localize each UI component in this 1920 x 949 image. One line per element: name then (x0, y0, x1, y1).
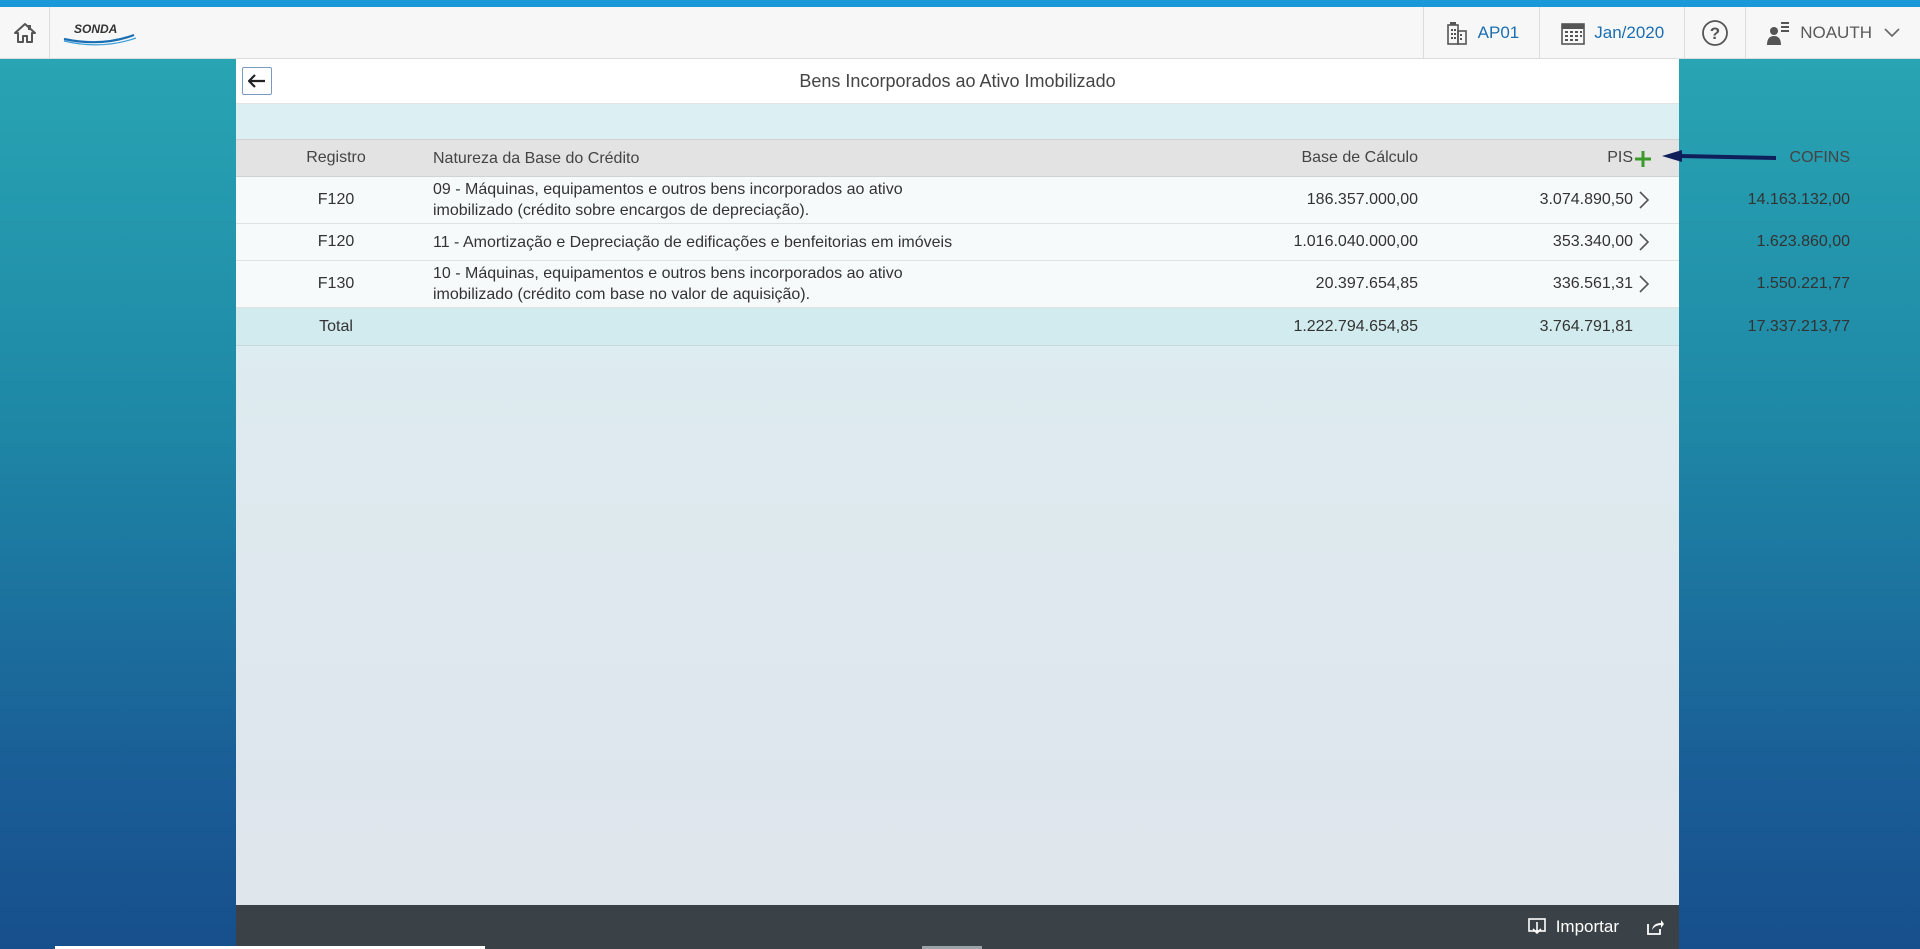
company-label: AP01 (1477, 22, 1520, 42)
sonda-logo: SONDA (62, 13, 152, 53)
cell-natureza: 10 - Máquinas, equipamentos e outros ben… (433, 263, 993, 305)
cell-cofins: 1.550.221,77 (1756, 275, 1850, 292)
total-cofins: 17.337.213,77 (1747, 317, 1850, 335)
cell-natureza: 09 - Máquinas, equipamentos e outros ben… (433, 179, 993, 221)
cell-natureza-line1: 10 - Máquinas, equipamentos e outros ben… (433, 265, 903, 282)
cell-registro: F130 (317, 275, 355, 292)
page-title: Bens Incorporados ao Ativo Imobilizado (799, 71, 1116, 91)
period-selector[interactable]: Jan/2020 (1539, 6, 1684, 59)
table-header-row: Registro Natureza da Base do Crédito Bas… (236, 139, 1850, 177)
chevron-down-icon (1884, 27, 1900, 37)
add-button[interactable] (1630, 146, 1656, 172)
table-row[interactable]: F120 11 - Amortização e Depreciação de e… (236, 224, 1850, 261)
cell-registro: F120 (317, 233, 355, 250)
user-icon (1767, 21, 1790, 45)
main-panel: Bens Incorporados ao Ativo Imobilizado R… (236, 59, 1850, 949)
header-registro[interactable]: Registro (236, 149, 436, 167)
arrow-left-icon (248, 74, 265, 88)
import-icon (1527, 918, 1546, 935)
user-label: NOAUTH (1800, 22, 1872, 42)
cell-base: 20.397.654,85 (1315, 275, 1418, 292)
chevron-right-icon[interactable] (1634, 230, 1654, 254)
back-button[interactable] (242, 67, 272, 95)
help-button[interactable]: ? (1684, 6, 1745, 59)
building-icon (1446, 21, 1467, 45)
plus-icon (1635, 151, 1651, 167)
cell-natureza-line2: imobilizado (crédito sobre encargos de d… (433, 202, 810, 219)
total-label: Total (319, 317, 353, 335)
svg-text:?: ? (1710, 24, 1720, 43)
data-table: Registro Natureza da Base do Crédito Bas… (236, 139, 1850, 346)
cell-base: 1.016.040.000,00 (1293, 233, 1418, 250)
header-natureza[interactable]: Natureza da Base do Crédito (433, 148, 993, 169)
footer-toolbar: Importar (236, 905, 1679, 949)
period-label: Jan/2020 (1594, 22, 1665, 42)
annotation-arrow-icon (1662, 150, 1777, 162)
table-row[interactable]: F120 09 - Máquinas, equipamentos e outro… (236, 177, 1850, 224)
cell-natureza-line2: imobilizado (crédito com base no valor d… (433, 286, 811, 303)
panel-header: Bens Incorporados ao Ativo Imobilizado (236, 59, 1679, 104)
cell-natureza-line1: 11 - Amortização e Depreciação de edific… (433, 233, 953, 251)
cell-cofins: 14.163.132,00 (1747, 191, 1850, 208)
calendar-icon (1561, 22, 1586, 45)
cell-natureza: 11 - Amortização e Depreciação de edific… (433, 232, 993, 253)
header-base[interactable]: Base de Cálculo (1076, 149, 1418, 167)
table-total-row: Total 1.222.794.654,85 3.764.791,81 17.3… (236, 308, 1850, 346)
chevron-right-icon[interactable] (1634, 272, 1654, 296)
chevron-right-icon[interactable] (1634, 188, 1654, 212)
import-label: Importar (1555, 917, 1619, 936)
cell-base: 186.357.000,00 (1306, 191, 1418, 208)
top-bar: SONDA AP01 Jan/2020 ? NOAUTH (0, 6, 1920, 59)
company-selector[interactable]: AP01 (1422, 6, 1540, 59)
import-button[interactable]: Importar (1527, 917, 1619, 937)
home-icon (13, 22, 36, 43)
share-icon (1647, 920, 1664, 935)
cell-registro: F120 (317, 191, 355, 208)
home-button[interactable] (0, 6, 50, 59)
help-icon: ? (1702, 19, 1729, 46)
total-base: 1.222.794.654,85 (1293, 317, 1418, 335)
share-button[interactable] (1645, 918, 1665, 936)
table-row[interactable]: F130 10 - Máquinas, equipamentos e outro… (236, 261, 1850, 308)
user-menu[interactable]: NOAUTH (1745, 6, 1920, 59)
cell-natureza-line1: 09 - Máquinas, equipamentos e outros ben… (433, 181, 903, 198)
cell-cofins: 1.623.860,00 (1756, 233, 1850, 250)
svg-text:SONDA: SONDA (74, 22, 117, 36)
